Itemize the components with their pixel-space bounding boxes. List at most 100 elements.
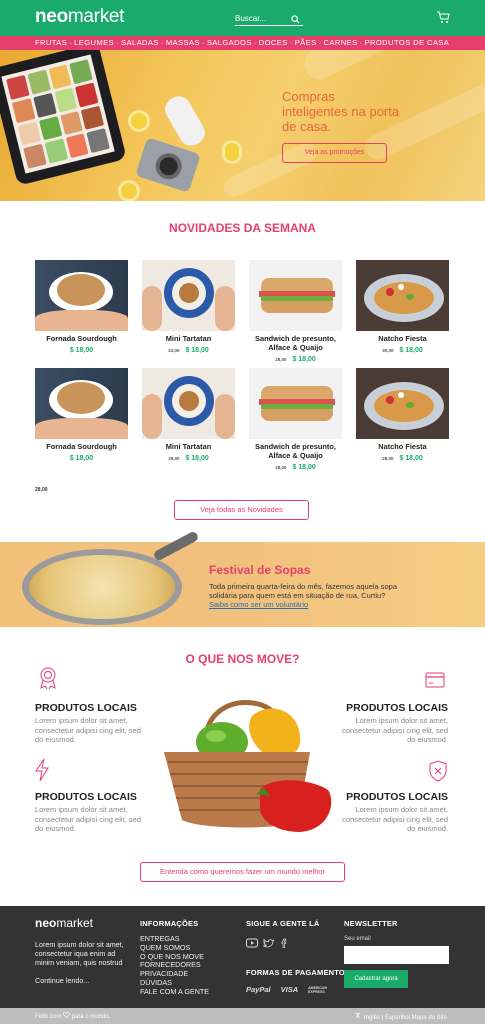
category-legumes[interactable]: LEGUMES <box>74 36 114 50</box>
move-item-text: Lorem ipsum dolor sit amet, consectetur … <box>35 805 141 834</box>
product-image[interactable] <box>142 368 235 439</box>
old-price: 23,00 <box>168 348 180 353</box>
move-item: PRODUTOS LOCAIS Lorem ipsum dolor sit am… <box>35 702 145 745</box>
footer-links: ENTREGAS QUEM SOMOS O QUE NOS MOVE FORNE… <box>140 934 209 997</box>
email-field[interactable] <box>344 946 449 964</box>
product-card[interactable]: Sandwich de presunto, Alface & Quaijo 28… <box>249 260 342 363</box>
product-card[interactable]: Natcho Fiesta 28,00 $ 18,00 <box>356 368 449 462</box>
credit-card-icon <box>425 672 445 688</box>
move-item-title: PRODUTOS LOCAIS <box>346 791 448 803</box>
category-carnes[interactable]: CARNES <box>324 36 358 50</box>
product-name[interactable]: Sandwich de presunto, Alface & Quaijo <box>249 334 342 352</box>
lemon-slice-image <box>128 110 150 132</box>
email-label: Seu email <box>344 936 371 942</box>
payment-methods: PayPal VISA AMERICAN EXPRESS <box>246 985 330 994</box>
category-frutas[interactable]: FRUTAS <box>35 36 67 50</box>
novidades-title: NOVIDADES DA SEMANA <box>169 221 316 235</box>
category-massas[interactable]: MASSAS <box>166 36 200 50</box>
product-name[interactable]: Fornada Sourdough <box>35 334 128 343</box>
festival-text: Toda primeira quarta-feira do mês, fazem… <box>209 582 398 600</box>
category-salgados[interactable]: SALGADOS <box>207 36 252 50</box>
product-image[interactable] <box>356 260 449 331</box>
product-price-value: $ 18,00 <box>69 347 94 354</box>
product-image[interactable] <box>356 368 449 439</box>
move-title: O QUE NOS MOVE? <box>185 652 300 666</box>
heart-icon <box>63 1011 70 1019</box>
product-card[interactable]: Fornada Sourdough $ 18,00 <box>35 260 128 354</box>
cart-icon[interactable] <box>436 10 450 24</box>
product-card[interactable]: Mini Tartatan 23,00 $ 18,00 <box>142 260 235 354</box>
product-card[interactable]: Sandwich de presunto, Alface & Quaijo 28… <box>249 368 342 471</box>
subscribe-button[interactable]: Cadastrar agora <box>344 970 408 988</box>
product-price-value: $ 18,00 <box>399 455 423 462</box>
product-price: $ 18,00 <box>35 455 128 462</box>
footer-link-fale-com-a-gente[interactable]: FALE COM A GENTE <box>140 987 209 997</box>
shield-icon <box>429 760 447 782</box>
old-price: 30,00 <box>382 348 394 353</box>
category-paes[interactable]: PÃES <box>295 36 317 50</box>
search-icon[interactable] <box>291 15 300 24</box>
better-world-button[interactable]: Entenda como queremos fazer um mundo mel… <box>140 862 345 882</box>
logo-rest: market <box>67 6 125 27</box>
product-name[interactable]: Fornada Sourdough <box>35 442 128 451</box>
old-price: 28,00 <box>382 456 394 461</box>
footer-logo-bold: neo <box>35 916 57 930</box>
award-icon <box>40 667 56 690</box>
category-nav: FRUTAS · LEGUMES · SALADAS · MASSAS · SALGADOS · D… <box>0 36 485 50</box>
move-item: PRODUTOS LOCAIS Lorem ipsum dolor sit am… <box>338 791 448 834</box>
move-item-text: Lorem ipsum dolor sit amet, consectetur … <box>342 805 448 834</box>
product-name[interactable]: Natcho Fiesta <box>356 442 449 451</box>
category-saladas[interactable]: SALADAS <box>121 36 159 50</box>
product-image[interactable] <box>249 260 342 331</box>
footer-about: Lorem ipsum dolor sit amet, consectetur … <box>35 940 124 968</box>
product-price: 29,00 $ 18,00 <box>142 455 235 462</box>
product-price: 28,00 $ 18,00 <box>249 356 342 363</box>
product-price-value: $ 18,00 <box>292 356 316 363</box>
page: neomarket Buscar... FRUTAS · LEGUMES · SALAD… <box>0 0 485 1024</box>
all-news-button[interactable]: Veja todas as Novidades <box>174 500 309 520</box>
move-item: PRODUTOS LOCAIS Lorem ipsum dolor sit am… <box>338 702 448 745</box>
made-with-text: Feito com <box>35 1014 62 1020</box>
search-input[interactable]: Buscar... <box>235 13 303 26</box>
language-and-sitemap[interactable]: Inglês | Espanhol Mapa do Site <box>355 1012 447 1021</box>
product-price-value: $ 18,00 <box>292 464 316 471</box>
info-heading: INFORMAÇÕES <box>140 919 199 928</box>
newsletter-heading: NEWSLETTER <box>344 919 398 928</box>
product-price-value: $ 18,00 <box>399 347 423 354</box>
product-image[interactable] <box>142 260 235 331</box>
product-price: $ 18,00 <box>35 347 128 354</box>
lightning-icon <box>35 758 49 782</box>
facebook-icon[interactable] <box>280 938 288 948</box>
footer-logo[interactable]: neomarket <box>35 916 93 930</box>
old-price: 28,00 <box>275 357 287 362</box>
product-name[interactable]: Natcho Fiesta <box>356 334 449 343</box>
product-image[interactable] <box>35 260 128 331</box>
tablet-image <box>0 50 127 186</box>
hero-banner <box>0 50 485 201</box>
language-sitemap-text[interactable]: Inglês | Espanhol Mapa do Site <box>364 1015 447 1021</box>
product-card[interactable]: Natcho Fiesta 30,00 $ 18,00 <box>356 260 449 354</box>
promotions-button[interactable]: Veja as promoções <box>282 143 387 163</box>
product-price-value: $ 18,00 <box>185 347 209 354</box>
language-icon[interactable] <box>355 1012 362 1019</box>
volunteer-link[interactable]: Saiba como ser um voluntário <box>209 600 308 609</box>
old-price: 28,00 <box>275 465 287 470</box>
product-card[interactable]: Mini Tartatan 29,00 $ 18,00 <box>142 368 235 462</box>
product-price-value: $ 18,00 <box>69 455 94 462</box>
product-name[interactable]: Mini Tartatan <box>142 334 235 343</box>
youtube-icon[interactable] <box>246 938 258 948</box>
continue-reading-link[interactable]: Continue lendo... <box>35 976 89 985</box>
logo[interactable]: neomarket <box>35 6 124 28</box>
product-name[interactable]: Mini Tartatan <box>142 442 235 451</box>
product-name[interactable]: Sandwich de presunto, Alface & Quaijo <box>249 442 342 460</box>
amex-logo: AMERICAN EXPRESS <box>308 985 327 994</box>
product-price-value: $ 18,00 <box>185 455 209 462</box>
category-produtos-de-casa[interactable]: PRODUTOS DE CASA <box>364 36 449 50</box>
product-image[interactable] <box>249 368 342 439</box>
category-doces[interactable]: DOCES <box>259 36 288 50</box>
logo-bold: neo <box>35 6 68 27</box>
product-card[interactable]: Fornada Sourdough $ 18,00 <box>35 368 128 462</box>
product-image[interactable] <box>35 368 128 439</box>
twitter-icon[interactable] <box>263 938 275 948</box>
social-heading: SIGUE A GENTE LÁ <box>246 919 320 928</box>
